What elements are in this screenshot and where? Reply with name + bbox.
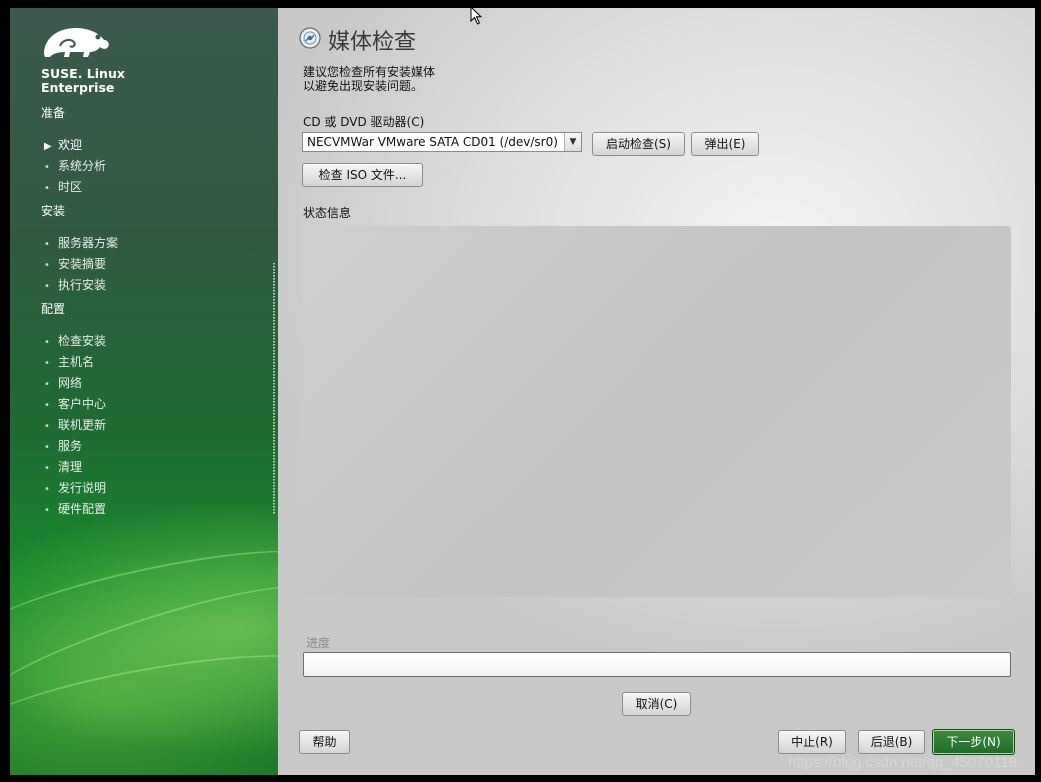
bullet-icon: • [44,484,50,495]
sidebar-item-welcome: ▶ 欢迎 [44,138,83,152]
sidebar: SUSE. Linux Enterprise 准备 ▶ 欢迎 • 系统分析 • 时区 … [10,8,333,775]
next-button[interactable]: 下一步(N) [932,729,1015,755]
sidebar-item-hostname: • 主机名 [44,355,95,369]
sidebar-item-online-update: • 联机更新 [44,418,107,432]
status-log-area[interactable] [303,226,1011,597]
sidebar-item-perform-install: • 执行安装 [44,278,107,292]
installer-window: SUSE. Linux Enterprise 准备 ▶ 欢迎 • 系统分析 • 时区 … [10,8,1035,775]
sidebar-item-server-scenario: • 服务器方案 [44,236,119,250]
progress-bar [303,652,1011,677]
progress-label: 进度 [306,636,331,650]
back-button[interactable]: 后退(B) [858,730,925,754]
section-title-install: 安装 [41,204,66,218]
abort-button[interactable]: 中止(R) [778,730,846,754]
sidebar-item-customer-center: • 客户中心 [44,397,107,411]
bullet-icon: • [44,421,50,432]
start-check-button[interactable]: 启动检查(S) [592,132,685,156]
bullet-icon: • [44,162,50,173]
bullet-icon: • [44,463,50,474]
sidebar-item-check-install: • 检查安装 [44,334,107,348]
sidebar-item-install-summary: • 安装摘要 [44,257,107,271]
media-check-icon [299,27,321,49]
chevron-down-icon[interactable]: ▼ [564,133,581,151]
sidebar-item-release-notes: • 发行说明 [44,481,107,495]
check-iso-button[interactable]: 检查 ISO 文件... [302,163,423,187]
bullet-icon: • [44,281,50,292]
watermark: https://blog.csdn.net/qq_45070118 [788,754,1018,771]
page-title: 媒体检查 [328,30,417,55]
sidebar-item-system-analysis: • 系统分析 [44,159,107,173]
brand-name: SUSE. Linux [41,66,125,81]
eject-button[interactable]: 弹出(E) [691,132,759,156]
bullet-icon: • [44,239,50,250]
status-label: 状态信息 [303,206,352,220]
bullet-icon: • [44,442,50,453]
bullet-icon: • [44,358,50,369]
brand-edition: Enterprise [41,80,115,95]
bullet-icon: • [44,183,50,194]
section-title-configure: 配置 [41,302,66,316]
help-button[interactable]: 帮助 [299,730,350,754]
bullet-icon: • [44,400,50,411]
sidebar-item-services: • 服务 [44,439,83,453]
cancel-button[interactable]: 取消(C) [622,692,691,716]
sidebar-item-hardware-config: • 硬件配置 [44,502,107,516]
sidebar-item-network: • 网络 [44,376,83,390]
current-step-icon: ▶ [44,141,52,152]
description-line-2: 以避免出现安装问题。 [303,79,424,93]
bullet-icon: • [44,260,50,271]
sidebar-item-timezone: • 时区 [44,180,83,194]
sidebar-item-cleanup: • 清理 [44,460,83,474]
bullet-icon: • [44,337,50,348]
drive-select-value: NECVMWar VMware SATA CD01 (/dev/sr0) [307,135,558,149]
bullet-icon: • [44,379,50,390]
drive-select[interactable]: NECVMWar VMware SATA CD01 (/dev/sr0) ▼ [302,132,582,152]
drive-label: CD 或 DVD 驱动器(C) [303,115,425,129]
main-panel: 媒体检查 建议您检查所有安装媒体 以避免出现安装问题。 CD 或 DVD 驱动器… [278,8,1035,775]
bullet-icon: • [44,505,50,516]
mouse-cursor-icon [470,6,483,25]
section-title-prepare: 准备 [41,106,66,120]
sidebar-resize-handle[interactable] [273,263,275,515]
suse-chameleon-logo-icon [44,28,109,57]
